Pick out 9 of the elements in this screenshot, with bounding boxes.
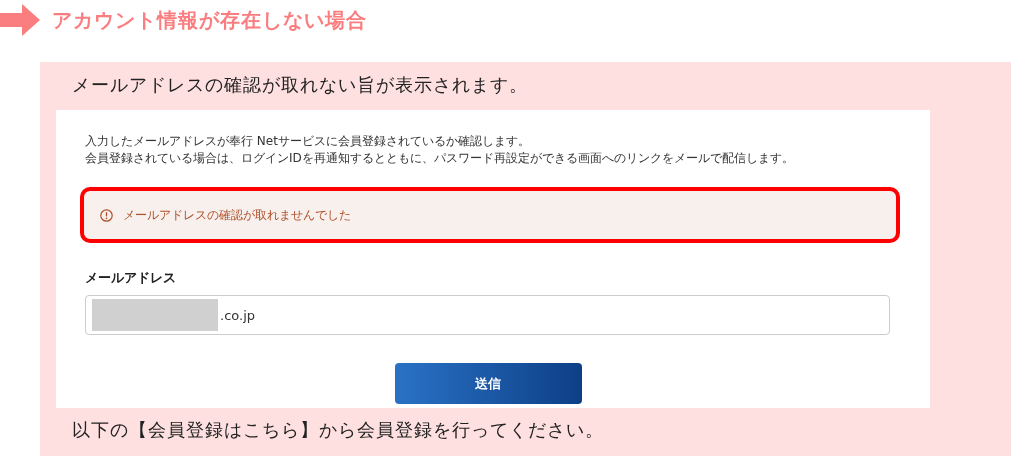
caption-text: メールアドレスの確認が取れない旨が表示されます。 [72,73,529,97]
submit-button[interactable]: 送信 [394,363,582,404]
arrow-icon [0,4,40,36]
alert-icon [100,208,113,222]
intro-text: 入力したメールアドレスが奉行 Netサービスに会員登録されているか確認します。 会員登録されている場合は、ログインIDを再通知するとともに、パスワード再設定ができる画面へのリンクをメールで配信します。 [85,133,795,167]
field-label: メールアドレス [85,269,177,287]
instruction-text: 以下の【会員登録はこちら】から会員登録を行ってください。 [72,418,605,442]
error-message: メールアドレスの確認が取れませんでした [123,206,351,224]
section-heading: アカウント情報が存在しない場合 [52,6,367,34]
